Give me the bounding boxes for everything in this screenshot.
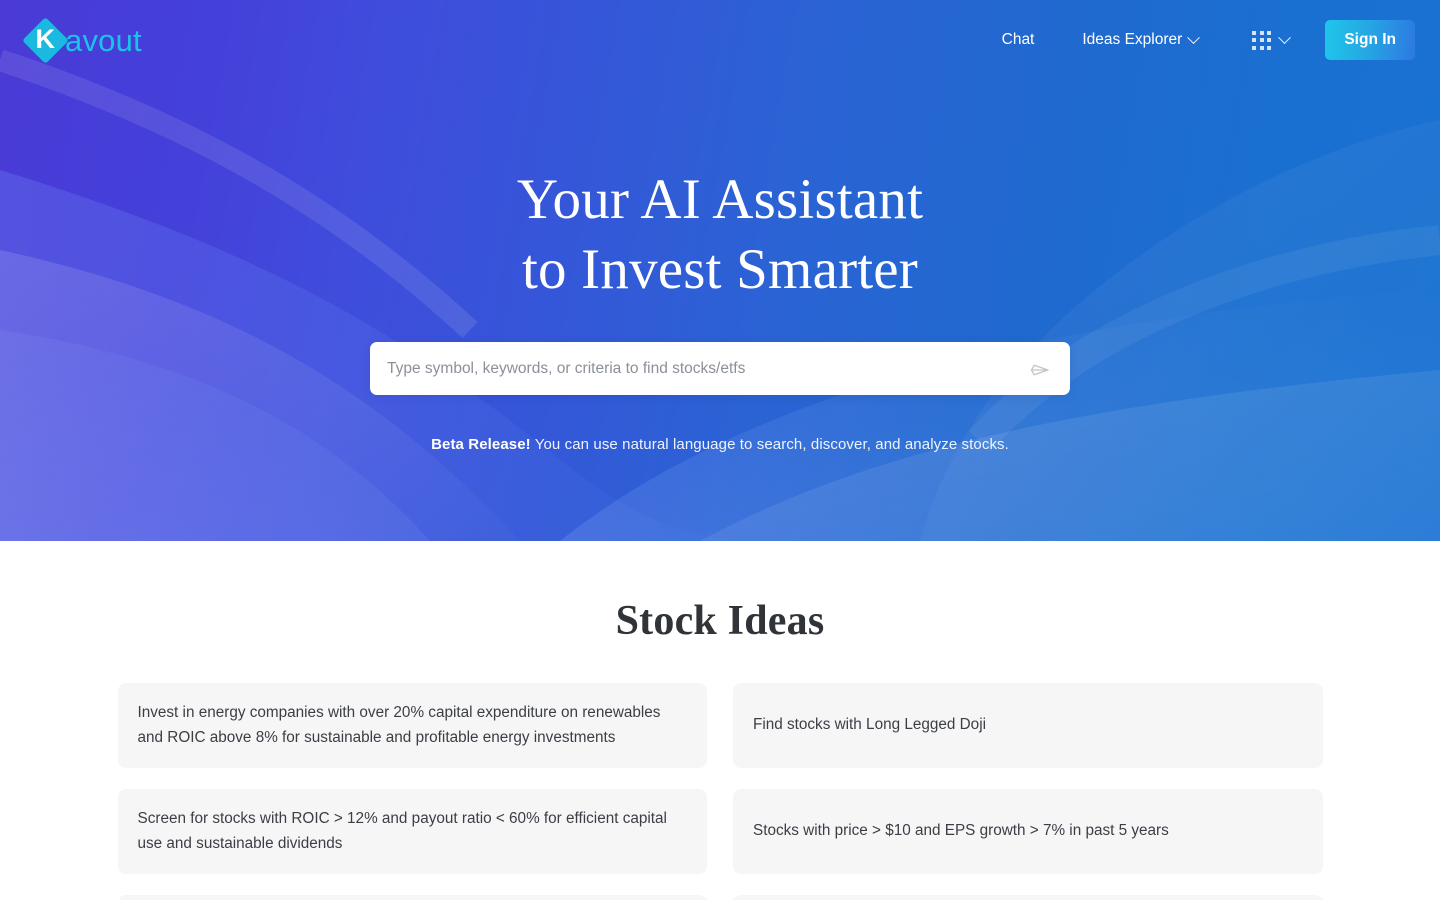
stock-idea-card-text: Find stocks with Long Legged Doji [753,716,986,734]
hero-headline: Your AI Assistant to Invest Smarter [0,165,1440,304]
hero-headline-line-2: to Invest Smarter [522,237,918,301]
stock-ideas-card-grid: Invest in energy companies with over 20%… [117,683,1323,900]
top-navigation-bar: K avout Chat Ideas Explorer Sign In [0,0,1440,80]
page-title: Stock Ideas [615,598,825,644]
stock-idea-card[interactable]: Screen for stocks with ROIC > 12% and pa… [117,789,707,874]
nav-right-group: Chat Ideas Explorer Sign In [986,20,1415,60]
hero-headline-line-1: Your AI Assistant [516,168,924,231]
hero-search-bar[interactable] [370,342,1070,396]
logo-diamond-icon: K [21,16,69,64]
stock-idea-card[interactable] [733,895,1323,900]
nav-item-chat[interactable]: Chat [986,22,1051,58]
hero-section: K avout Chat Ideas Explorer Sign In Your… [0,0,1440,541]
stock-idea-card[interactable]: Invest in energy companies with over 20%… [117,683,707,768]
stock-idea-card-text: Invest in energy companies with over 20%… [137,704,661,746]
beta-release-text: You can use natural language to search, … [530,436,1009,454]
nav-item-chat-label: Chat [1001,31,1035,49]
beta-release-label: Beta Release! [431,436,531,454]
stock-idea-card[interactable] [117,895,707,900]
nav-item-ideas-explorer-label: Ideas Explorer [1082,31,1183,49]
stock-ideas-section: Stock Ideas Invest in energy companies w… [0,541,1440,900]
logo-letter: K [35,24,56,54]
stock-idea-card[interactable]: Find stocks with Long Legged Doji [733,683,1323,768]
stock-idea-card[interactable]: Stocks with price > $10 and EPS growth >… [733,789,1323,874]
kavout-logo[interactable]: K avout [21,16,142,64]
send-button[interactable] [1020,356,1052,382]
send-paper-plane-icon [1030,364,1049,376]
chevron-down-icon [1187,30,1201,44]
chevron-down-icon [1278,30,1292,44]
nav-item-ideas-explorer[interactable]: Ideas Explorer [1066,22,1214,58]
apps-menu-button[interactable] [1238,21,1303,60]
grid-apps-icon [1252,30,1272,50]
stock-idea-card-text: Screen for stocks with ROIC > 12% and pa… [137,810,667,852]
search-input[interactable] [387,342,1020,396]
stock-idea-card-text: Stocks with price > $10 and EPS growth >… [753,822,1169,840]
hero-content: Your AI Assistant to Invest Smarter Beta… [0,80,1440,453]
sign-in-button[interactable]: Sign In [1325,20,1415,60]
beta-release-notice: Beta Release! You can use natural langua… [0,436,1440,453]
logo-wordmark: avout [65,22,142,58]
